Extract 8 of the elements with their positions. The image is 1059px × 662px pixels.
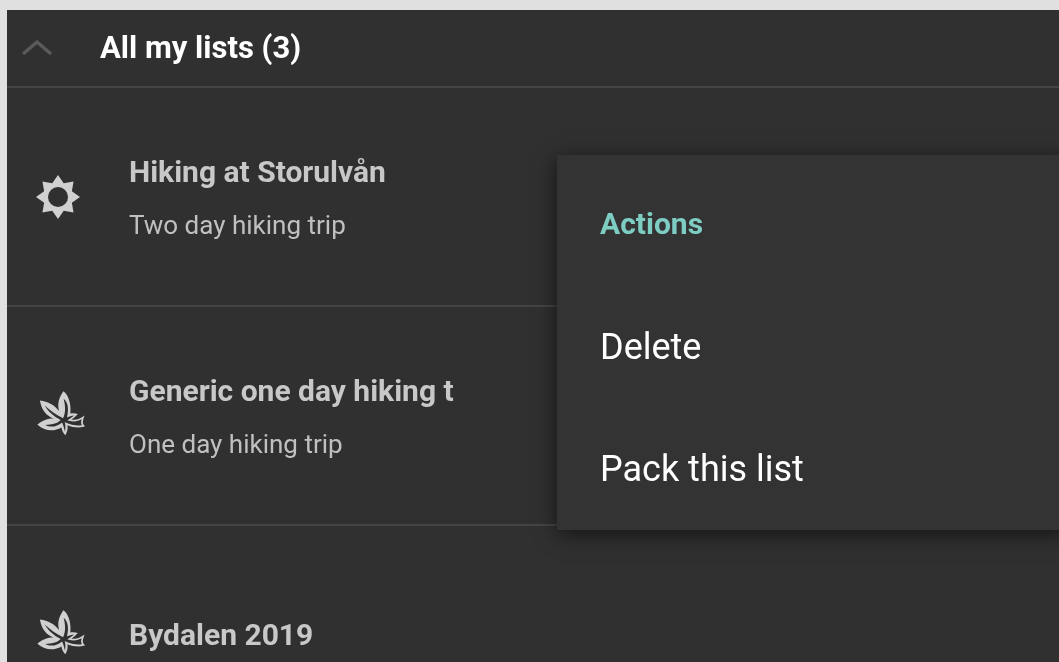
menu-title: Actions: [599, 205, 705, 243]
list-subtitle: Two day hiking trip: [129, 208, 347, 242]
list-title: Hiking at Storulvån: [129, 152, 386, 191]
list-title: Bydalen 2019: [129, 616, 314, 654]
list-title: Generic one day hiking t: [129, 371, 454, 410]
list-subtitle: One day hiking trip: [129, 427, 344, 461]
chevron-up-icon[interactable]: [20, 38, 54, 58]
section-title: All my lists (3): [100, 27, 302, 68]
